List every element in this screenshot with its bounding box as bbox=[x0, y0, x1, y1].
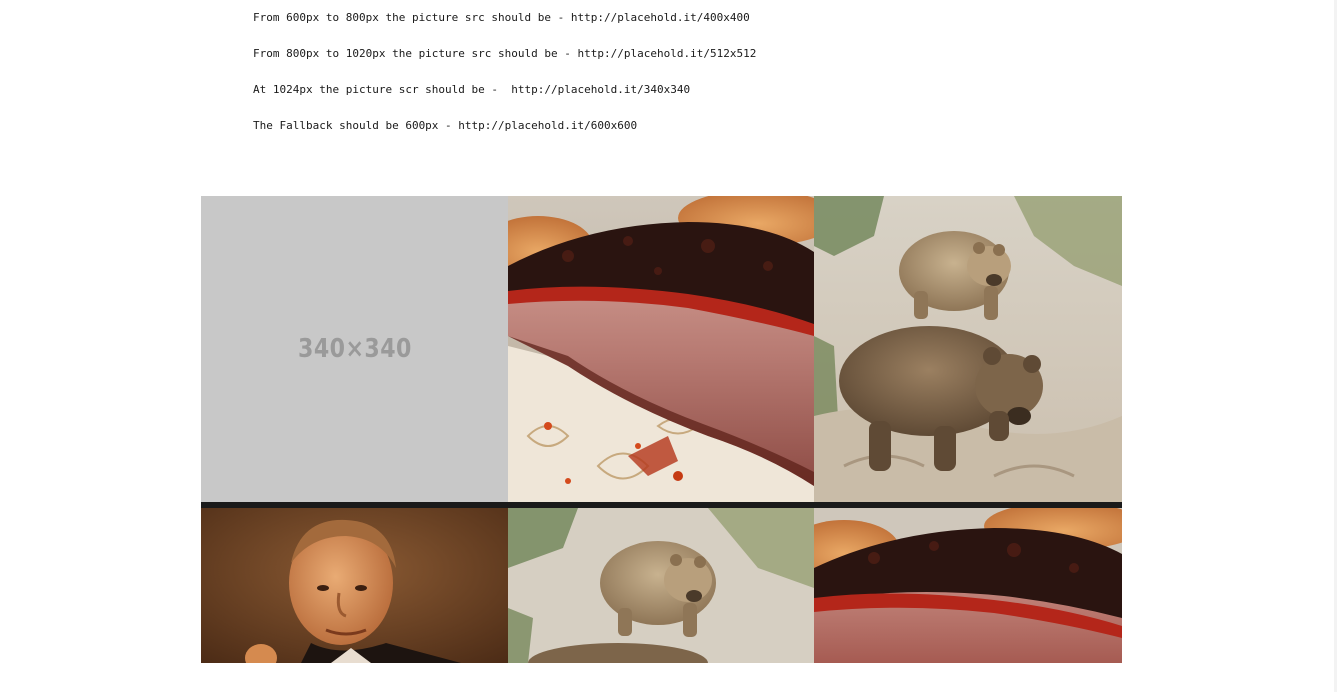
placeholder-size-label: 340×340 bbox=[297, 334, 412, 364]
brisket-image bbox=[508, 196, 814, 502]
note-800-1020: From 800px to 1020px the picture src sho… bbox=[253, 47, 757, 60]
bear-image bbox=[508, 508, 814, 663]
bears-image bbox=[814, 196, 1122, 502]
image-gallery: 340×340 bbox=[201, 196, 1122, 663]
brisket-image-2 bbox=[814, 508, 1122, 663]
note-fallback: The Fallback should be 600px - http://pl… bbox=[253, 119, 638, 132]
placeholder-image: 340×340 bbox=[201, 196, 508, 502]
note-600-800: From 600px to 800px the picture src shou… bbox=[253, 11, 750, 24]
portrait-image bbox=[201, 508, 508, 663]
note-1024: At 1024px the picture scr should be - ht… bbox=[253, 83, 691, 96]
